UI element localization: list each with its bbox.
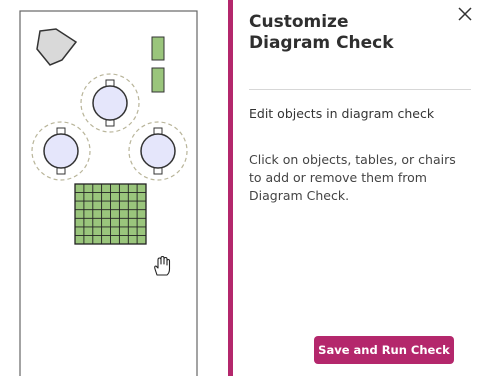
save-and-run-check-button[interactable]: Save and Run Check <box>314 336 454 364</box>
chair[interactable] <box>56 167 66 175</box>
narrow-object-bottom[interactable] <box>151 67 165 93</box>
chair[interactable] <box>153 167 163 175</box>
chair[interactable] <box>153 127 163 135</box>
table-top[interactable] <box>43 133 79 169</box>
panel-title: Customize Diagram Check <box>249 12 394 53</box>
customize-panel: Customize Diagram Check Edit objects in … <box>233 0 480 376</box>
separator <box>249 89 471 90</box>
chair[interactable] <box>105 79 115 87</box>
panel-subtitle: Edit objects in diagram check <box>249 106 435 121</box>
chair[interactable] <box>105 119 115 127</box>
table-top[interactable] <box>92 85 128 121</box>
diagram-canvas[interactable] <box>0 0 228 376</box>
close-icon[interactable] <box>455 4 475 24</box>
floor-plan[interactable] <box>0 0 228 376</box>
grid-object[interactable] <box>74 183 147 245</box>
chair[interactable] <box>56 127 66 135</box>
narrow-object-top[interactable] <box>151 36 165 61</box>
table-top[interactable] <box>140 133 176 169</box>
panel-description: Click on objects, tables, or chairs to a… <box>249 152 456 203</box>
